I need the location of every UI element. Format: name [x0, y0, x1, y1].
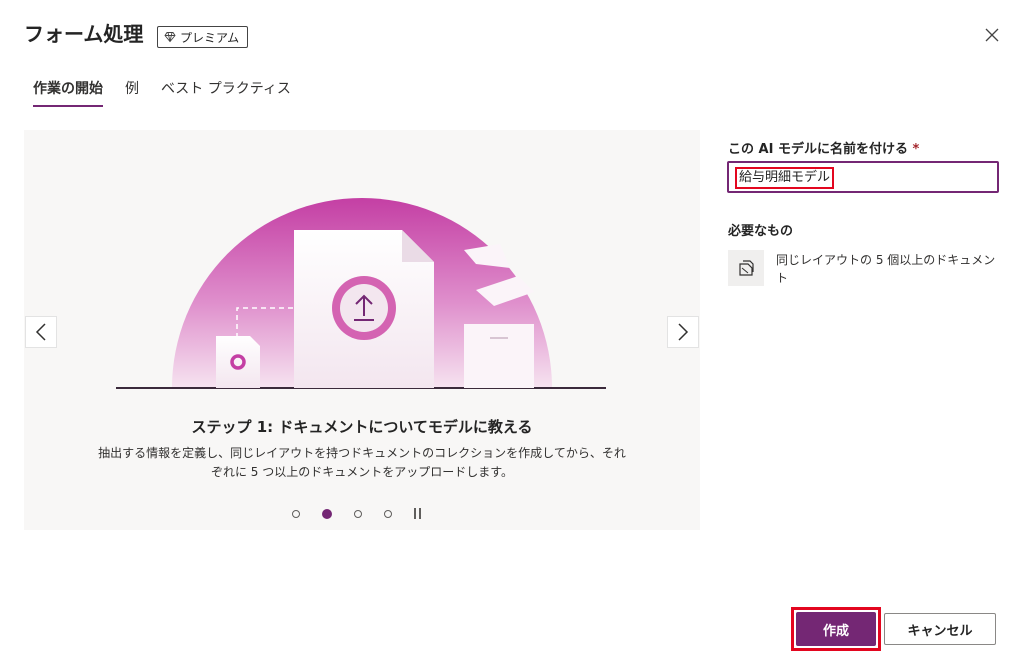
tab-examples[interactable]: 例	[125, 78, 139, 107]
carousel-dot-2[interactable]	[322, 508, 332, 519]
tab-bar: 作業の開始 例 ベスト プラクティス	[33, 78, 313, 107]
tutorial-carousel: ステップ 1: ドキュメントについてモデルに教える 抽出する情報を定義し、同じレ…	[24, 130, 700, 530]
tab-best-practices[interactable]: ベスト プラクティス	[161, 78, 291, 107]
create-button[interactable]: 作成	[796, 612, 876, 646]
form-processing-dialog: フォーム処理 プレミアム 作業の開始 例 ベスト プラクティス ステップ 1: …	[0, 0, 1024, 666]
carousel-dot-1[interactable]	[292, 509, 300, 518]
step-title: ステップ 1: ドキュメントについてモデルに教える	[191, 418, 533, 436]
upload-illustration	[116, 198, 606, 389]
tab-getting-started[interactable]: 作業の開始	[33, 78, 103, 107]
model-name-label: この AI モデルに名前を付ける *	[728, 138, 919, 157]
dialog-title: フォーム処理	[24, 22, 144, 46]
required-mark: *	[912, 142, 920, 157]
premium-badge-label: プレミアム	[180, 30, 240, 45]
document-icon	[739, 260, 754, 276]
model-name-label-text: この AI モデルに名前を付ける	[728, 142, 908, 157]
requirement-icon-box	[728, 250, 764, 286]
chevron-right-icon	[678, 323, 689, 341]
requirements-heading: 必要なもの	[728, 224, 794, 239]
carousel-next-button[interactable]	[667, 316, 699, 348]
close-icon[interactable]	[983, 26, 1001, 44]
model-name-input[interactable]: 給与明細モデル	[727, 161, 999, 193]
cancel-button[interactable]: キャンセル	[884, 613, 996, 645]
pause-icon[interactable]	[414, 508, 422, 519]
premium-badge: プレミアム	[157, 26, 249, 48]
requirement-item-text: 同じレイアウトの 5 個以上のドキュメント	[776, 253, 996, 285]
carousel-pagination	[292, 508, 422, 519]
diamond-icon	[164, 32, 176, 43]
step-description: 抽出する情報を定義し、同じレイアウトを持つドキュメントのコレクションを作成してか…	[98, 446, 626, 479]
carousel-prev-button[interactable]	[25, 316, 57, 348]
carousel-dot-4[interactable]	[384, 509, 392, 518]
chevron-left-icon	[35, 323, 46, 341]
model-name-value: 給与明細モデル	[735, 167, 835, 189]
carousel-dot-3[interactable]	[354, 509, 362, 518]
